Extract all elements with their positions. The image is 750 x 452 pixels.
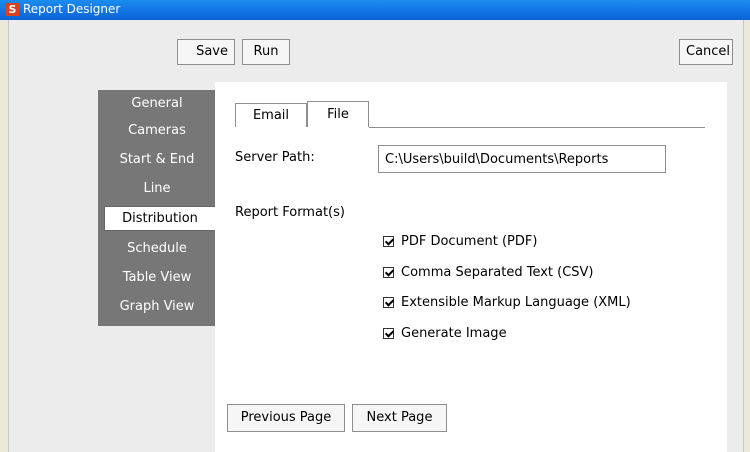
- sidebar-item-graph-view[interactable]: Graph View: [98, 292, 216, 321]
- next-page-button[interactable]: Next Page: [352, 404, 447, 432]
- pdf-checkbox[interactable]: [383, 235, 394, 247]
- title-bar: S Report Designer: [0, 0, 750, 20]
- sidebar-item-table-view[interactable]: Table View: [98, 263, 216, 292]
- sidebar-item-line[interactable]: Line: [98, 174, 216, 203]
- cancel-button[interactable]: Cancel: [679, 39, 733, 65]
- app-logo-icon: S: [6, 3, 19, 16]
- previous-page-button[interactable]: Previous Page: [227, 404, 345, 432]
- xml-checkbox[interactable]: [383, 296, 394, 308]
- format-option-image[interactable]: Generate Image: [383, 324, 507, 342]
- pdf-label: PDF Document (PDF): [401, 233, 538, 249]
- sidebar-item-start-end[interactable]: Start & End: [98, 145, 216, 174]
- csv-label: Comma Separated Text (CSV): [401, 264, 594, 280]
- server-path-label: Server Path:: [235, 150, 315, 165]
- xml-label: Extensible Markup Language (XML): [401, 294, 631, 310]
- tab-email[interactable]: Email: [235, 103, 307, 127]
- image-label: Generate Image: [401, 325, 507, 341]
- sidebar-nav: General Cameras Start & End Line Distrib…: [98, 90, 216, 326]
- distribution-panel: Email File Server Path: Report Format(s)…: [215, 82, 727, 452]
- window-title: Report Designer: [23, 2, 121, 16]
- image-checkbox[interactable]: [383, 327, 394, 339]
- format-option-pdf[interactable]: PDF Document (PDF): [383, 232, 537, 250]
- sidebar-item-general[interactable]: General: [98, 90, 216, 116]
- csv-checkbox[interactable]: [383, 266, 394, 278]
- sidebar-item-cameras[interactable]: Cameras: [98, 116, 216, 145]
- server-path-input[interactable]: [378, 145, 666, 173]
- report-format-label: Report Format(s): [235, 205, 345, 220]
- tab-divider: [369, 127, 705, 128]
- save-button[interactable]: Save: [177, 39, 235, 65]
- sidebar-item-distribution[interactable]: Distribution: [104, 206, 216, 231]
- report-designer-window: Save Run Cancel General Cameras Start & …: [8, 20, 744, 452]
- format-option-csv[interactable]: Comma Separated Text (CSV): [383, 263, 594, 281]
- sidebar-item-schedule[interactable]: Schedule: [98, 234, 216, 263]
- format-option-xml[interactable]: Extensible Markup Language (XML): [383, 293, 631, 311]
- tab-file[interactable]: File: [307, 101, 369, 127]
- run-button[interactable]: Run: [242, 39, 290, 65]
